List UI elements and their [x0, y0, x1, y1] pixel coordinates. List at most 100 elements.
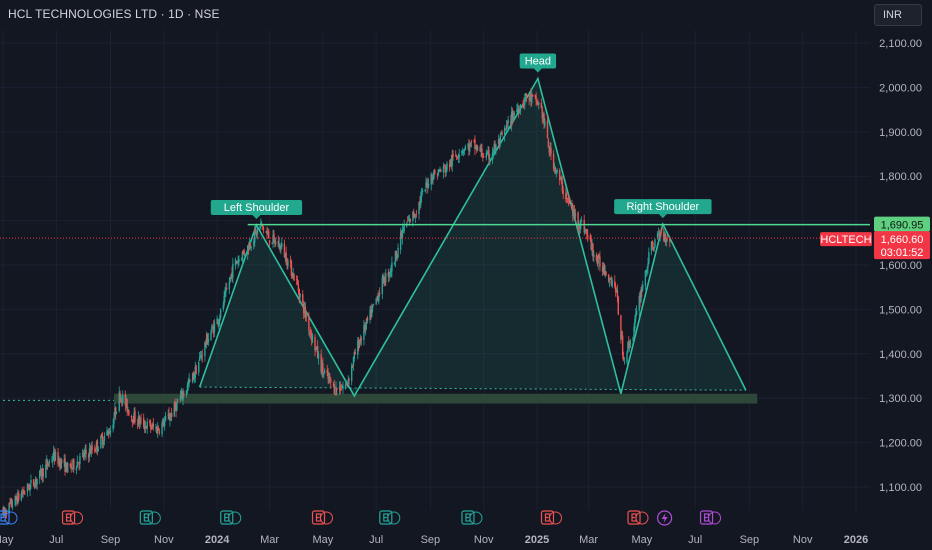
candle-body [274, 241, 277, 244]
support-zone [113, 393, 758, 404]
candle-body [323, 371, 326, 374]
candle-body [219, 309, 222, 319]
candle-body [562, 191, 564, 194]
candle-body [336, 388, 338, 390]
candle-body [440, 169, 442, 172]
candle-body [489, 158, 491, 160]
candle-body [397, 247, 399, 258]
chart-title[interactable]: HCL TECHNOLOGIES LTD · 1D · NSE [8, 7, 220, 21]
candle-body [183, 394, 185, 396]
candle-body [409, 218, 411, 222]
candle-body [128, 410, 130, 416]
candle-body [470, 140, 473, 142]
countdown-label: 03:01:52 [881, 247, 924, 259]
candle-body [482, 156, 485, 158]
candle-body [360, 337, 363, 341]
candle-body [372, 303, 375, 305]
candle-body [501, 132, 503, 135]
candle-body [333, 383, 335, 394]
candle-body [366, 317, 369, 321]
candle-body [177, 401, 179, 403]
symbol-label: HCLTECH [820, 234, 871, 246]
time-axis-tick: May [631, 534, 652, 546]
candle-body [146, 421, 148, 429]
candle-body [267, 231, 270, 239]
candle-body [446, 163, 448, 171]
candle-body [130, 416, 133, 418]
candle-body [617, 296, 619, 315]
time-axis-tick: Sep [101, 534, 121, 546]
time-axis-tick: 2024 [205, 534, 230, 546]
candle-body [550, 147, 552, 155]
candle-body [243, 251, 245, 255]
candle-body [513, 112, 515, 116]
candle-body [391, 262, 393, 272]
candle-body [91, 446, 93, 451]
candle-body [42, 468, 44, 477]
time-axis-tick: May [0, 534, 14, 546]
candle-body [354, 352, 356, 355]
candle-body [421, 190, 424, 193]
candle-body [113, 417, 115, 424]
candle-body [195, 365, 197, 375]
price-chart[interactable]: Left ShoulderHeadRight Shoulder1,100.001… [0, 0, 932, 550]
candle-body [434, 169, 436, 175]
candle-body [201, 355, 203, 357]
time-axis-tick: Mar [260, 534, 279, 546]
candle-body [299, 293, 301, 297]
pattern-label-text: Left Shoulder [224, 202, 290, 214]
chart-stage: Left Shoulder Head Right Shoulder 1,100.00 1… [0, 0, 932, 550]
candle-body [599, 256, 601, 267]
candle-body [593, 254, 595, 258]
candle-body [611, 280, 613, 287]
candle-body [293, 274, 295, 281]
candle-body [210, 332, 212, 341]
candle-body [660, 231, 662, 234]
candle-body [30, 480, 32, 484]
candle-body [103, 435, 106, 441]
candle-body [574, 213, 577, 217]
candle-body [580, 221, 583, 223]
candle-body [164, 416, 167, 421]
candle-body [556, 169, 558, 173]
candle-body [427, 184, 430, 187]
candle-body [495, 144, 497, 151]
candle-body [48, 461, 51, 464]
pattern-label-text: Right Shoulder [626, 201, 699, 213]
candle-body [635, 310, 638, 315]
candle-body [629, 342, 632, 344]
candle-body [238, 259, 240, 263]
candle-body [170, 412, 173, 417]
candle-body [322, 363, 324, 374]
candle-body [75, 467, 78, 471]
candle-body [260, 223, 263, 224]
candle-body [525, 93, 528, 97]
candle-body [287, 260, 289, 267]
candle-body [452, 154, 454, 157]
currency-button[interactable]: INR [874, 4, 922, 26]
price-axis-tick: 1,800.00 [879, 171, 922, 183]
candle-body [66, 462, 69, 473]
candle-body [458, 154, 460, 158]
candle-body [317, 353, 320, 359]
candle-body [507, 119, 509, 123]
candle-body [176, 401, 178, 411]
candle-body [476, 146, 479, 152]
time-axis-tick: Jul [688, 534, 702, 546]
candle-body [115, 412, 118, 413]
candle-body [605, 271, 607, 276]
candle-body [519, 104, 522, 112]
price-axis-tick: 1,900.00 [879, 127, 922, 139]
neckline-price-label: 1,690.95 [881, 220, 924, 232]
time-axis-tick: Nov [474, 534, 494, 546]
candle-body [256, 229, 259, 235]
candle-body [623, 361, 626, 363]
candle-body [85, 450, 87, 455]
candle-body [654, 239, 656, 247]
time-axis-tick: Mar [579, 534, 598, 546]
candle-body [608, 281, 611, 283]
time-axis-tick: Jul [369, 534, 383, 546]
candle-body [348, 378, 350, 381]
candle-body [626, 352, 628, 363]
candle-body [109, 430, 112, 433]
